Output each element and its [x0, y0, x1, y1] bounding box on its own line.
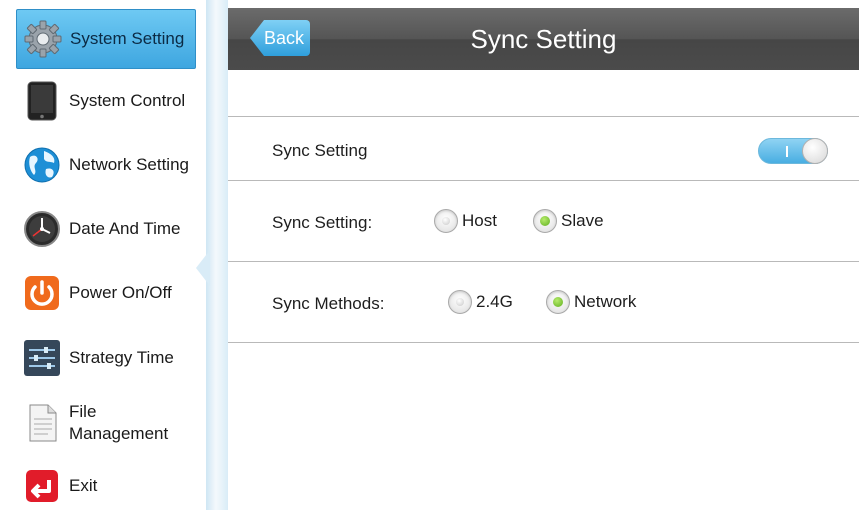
tablet-icon — [22, 81, 62, 121]
sync-toggle-switch[interactable] — [758, 138, 828, 164]
toggle-knob — [802, 138, 828, 164]
document-icon — [22, 403, 62, 443]
sidebar-item-network-setting[interactable]: Network Setting — [16, 135, 196, 195]
sidebar-item-system-setting[interactable]: System Setting — [16, 9, 196, 69]
power-icon — [22, 273, 62, 313]
sidebar-item-file-management[interactable]: File Management — [16, 393, 196, 453]
back-button[interactable]: Back — [250, 20, 310, 56]
sidebar-item-label: System Setting — [70, 29, 185, 48]
divider-line — [228, 342, 859, 343]
radio-label: Host — [462, 211, 497, 230]
radio-indicator — [533, 209, 557, 233]
radio-host[interactable]: Host — [434, 209, 497, 233]
sidebar-item-system-control[interactable]: System Control — [16, 71, 196, 131]
radio-2-4g[interactable]: 2.4G — [448, 290, 513, 314]
radio-indicator — [546, 290, 570, 314]
divider-line — [228, 261, 859, 262]
sidebar-item-exit[interactable]: Exit — [16, 456, 196, 510]
radio-indicator — [434, 209, 458, 233]
sidebar-item-label: Strategy Time — [69, 348, 174, 367]
radio-label: 2.4G — [476, 292, 513, 311]
header-bar: Back Sync Setting — [228, 8, 859, 70]
sync-switch-label: Sync Setting — [272, 141, 368, 160]
sync-method-label: Sync Methods: — [272, 294, 385, 313]
sidebar-item-power-on-off[interactable]: Power On/Off — [16, 263, 196, 323]
sidebar-item-label: File Management — [69, 402, 169, 443]
sidebar-item-strategy-time[interactable]: Strategy Time — [16, 328, 196, 388]
sidebar-item-label: Date And Time — [69, 219, 181, 238]
sidebar-item-label: System Control — [69, 91, 186, 110]
sidebar-item-label: Exit — [69, 476, 98, 495]
radio-label: Network — [574, 292, 637, 311]
radio-slave[interactable]: Slave — [533, 209, 604, 233]
sidebar-item-label: Power On/Off — [69, 283, 172, 302]
gear-icon — [23, 19, 63, 59]
clock-icon — [22, 209, 62, 249]
sidebar-item-date-and-time[interactable]: Date And Time — [16, 199, 196, 259]
sliders-icon — [22, 338, 62, 378]
active-item-pointer — [196, 250, 210, 286]
exit-icon — [22, 466, 62, 506]
globe-icon — [22, 145, 62, 185]
radio-label: Slave — [561, 211, 604, 230]
radio-indicator — [448, 290, 472, 314]
page-title: Sync Setting — [470, 24, 617, 54]
sidebar-item-label: Network Setting — [69, 155, 189, 174]
radio-network[interactable]: Network — [546, 290, 636, 314]
divider-line — [228, 116, 859, 117]
divider-line — [228, 180, 859, 181]
sync-mode-label: Sync Setting: — [272, 213, 373, 232]
toggle-on-mark — [786, 146, 788, 157]
main-content: Back Sync Setting Sync Setting Sync Sett… — [228, 0, 859, 510]
sidebar: System Setting System Control Network Se… — [0, 0, 206, 510]
